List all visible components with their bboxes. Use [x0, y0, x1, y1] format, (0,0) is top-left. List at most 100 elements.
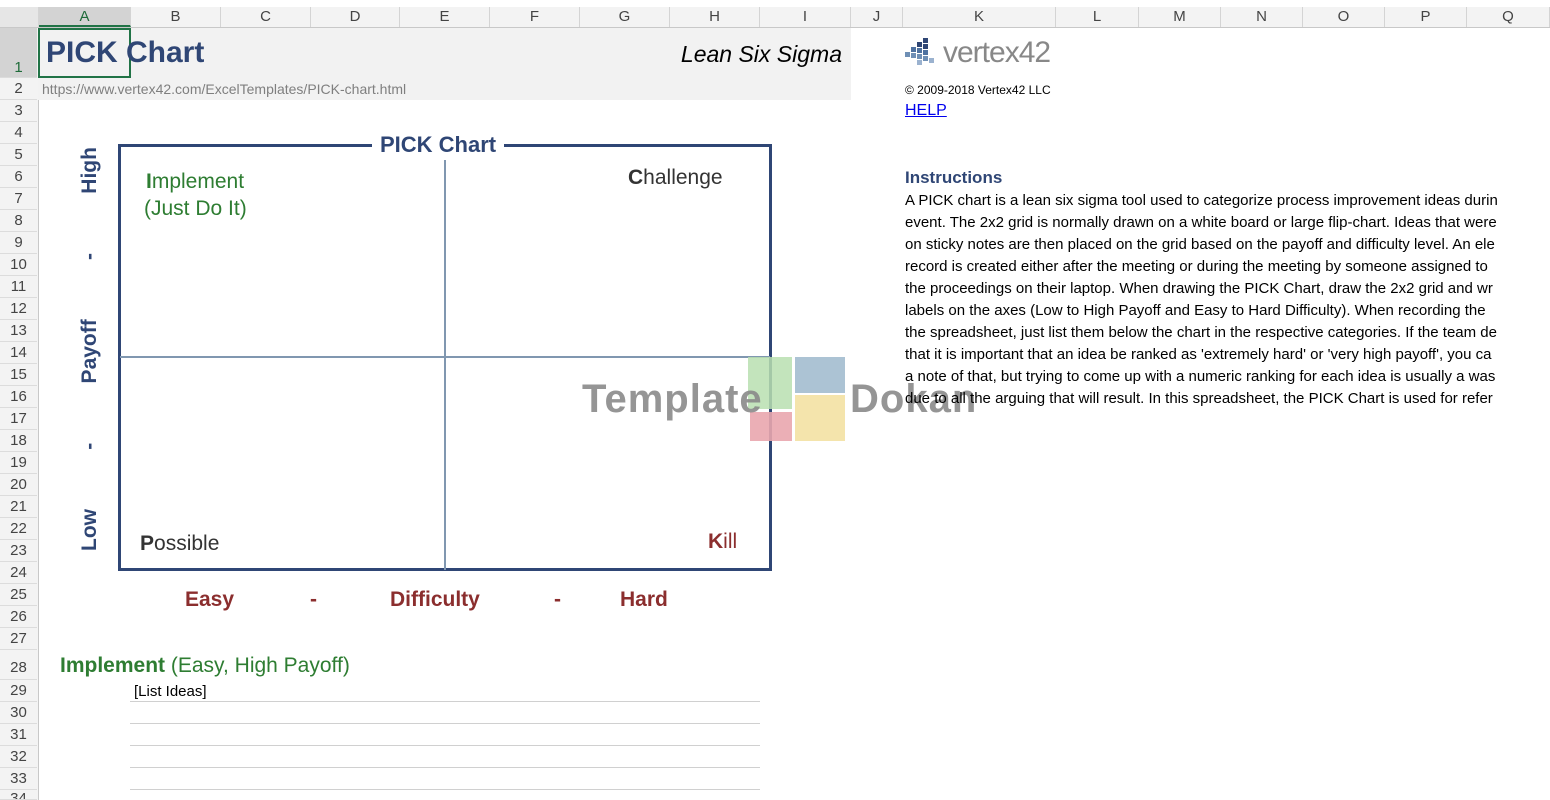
column-header-B[interactable]: B — [131, 7, 221, 27]
column-header-D[interactable]: D — [311, 7, 400, 27]
column-header-E[interactable]: E — [400, 7, 490, 27]
column-header-J[interactable]: J — [851, 7, 903, 27]
row-header-28[interactable]: 28 — [0, 650, 37, 680]
template-url: https://www.vertex42.com/ExcelTemplates/… — [42, 81, 407, 97]
column-header-O[interactable]: O — [1303, 7, 1385, 27]
list-line — [130, 789, 760, 790]
row-header-25[interactable]: 25 — [0, 584, 37, 606]
instructions-line: on sticky notes are then placed on the g… — [905, 236, 1495, 253]
list-line — [130, 767, 760, 768]
instructions-line: a note of that, but trying to come up wi… — [905, 368, 1496, 385]
quadrant-implement-subtitle: (Just Do It) — [144, 197, 247, 220]
row-header-6[interactable]: 6 — [0, 166, 37, 188]
select-all-corner[interactable] — [0, 7, 39, 27]
instructions-line: A PICK chart is a lean six sigma tool us… — [905, 192, 1498, 209]
row-header-33[interactable]: 33 — [0, 768, 37, 790]
watermark-tile-blue — [795, 357, 845, 393]
row-header-5[interactable]: 5 — [0, 144, 37, 166]
horizontal-divider — [120, 356, 770, 358]
x-axis-dash: - — [310, 588, 317, 611]
quadrant-kill: Kill — [708, 530, 738, 553]
column-header-P[interactable]: P — [1385, 7, 1467, 27]
instructions-line: due to all the arguing that will result.… — [905, 390, 1493, 407]
row-header-22[interactable]: 22 — [0, 518, 37, 540]
page-subtitle: Lean Six Sigma — [680, 41, 842, 67]
row-header-4[interactable]: 4 — [0, 122, 37, 144]
row-header-21[interactable]: 21 — [0, 496, 37, 518]
list-line — [130, 745, 760, 746]
row-header-10[interactable]: 10 — [0, 254, 37, 276]
row-header-9[interactable]: 9 — [0, 232, 37, 254]
row-header-2[interactable]: 2 — [0, 78, 37, 100]
row-header-7[interactable]: 7 — [0, 188, 37, 210]
instructions-line: record is created either after the meeti… — [905, 258, 1488, 275]
chart-title: PICK Chart — [372, 132, 505, 158]
x-axis-title: Difficulty — [390, 588, 480, 611]
row-header-3[interactable]: 3 — [0, 100, 37, 122]
quadrant-implement: Implement — [146, 170, 245, 193]
x-axis-easy: Easy — [185, 588, 235, 611]
row-header-32[interactable]: 32 — [0, 746, 37, 768]
row-header-17[interactable]: 17 — [0, 408, 37, 430]
column-header-N[interactable]: N — [1221, 7, 1303, 27]
y-axis-dash: - — [78, 442, 101, 450]
row-header-1[interactable]: 1 — [0, 28, 37, 78]
watermark-text-left: Template — [582, 377, 763, 421]
instructions-body: A PICK chart is a lean six sigma tool us… — [905, 190, 1550, 410]
column-header-M[interactable]: M — [1139, 7, 1221, 27]
row-header-18[interactable]: 18 — [0, 430, 37, 452]
copyright: © 2009-2018 Vertex42 LLC — [905, 83, 1051, 97]
row-header-29[interactable]: 29 — [0, 680, 37, 702]
vertex42-logo[interactable]: vertex42 — [903, 36, 1051, 75]
row-header-16[interactable]: 16 — [0, 386, 37, 408]
watermark-tile-yellow — [795, 395, 845, 441]
column-header-bar: A B C D E F G H I J K L M N O P Q — [0, 7, 1550, 28]
row-header-30[interactable]: 30 — [0, 702, 37, 724]
y-axis-labels: Low - Payoff - High — [75, 147, 105, 551]
y-axis-low: Low — [78, 509, 101, 551]
vertical-divider — [444, 160, 446, 570]
column-header-K[interactable]: K — [903, 7, 1056, 27]
instructions-line: event. The 2x2 grid is normally drawn on… — [905, 214, 1497, 231]
column-header-L[interactable]: L — [1056, 7, 1139, 27]
instructions-title: Instructions — [905, 168, 1003, 187]
column-header-C[interactable]: C — [221, 7, 311, 27]
row-header-13[interactable]: 13 — [0, 320, 37, 342]
row-header-14[interactable]: 14 — [0, 342, 37, 364]
y-axis-high: High — [78, 147, 101, 194]
row-header-26[interactable]: 26 — [0, 606, 37, 628]
column-header-I[interactable]: I — [760, 7, 851, 27]
y-axis-dash: - — [78, 252, 101, 260]
row-header-24[interactable]: 24 — [0, 562, 37, 584]
list-line — [130, 701, 760, 702]
row-header-12[interactable]: 12 — [0, 298, 37, 320]
page-title: PICK Chart — [46, 36, 205, 69]
implement-heading: Implement (Easy, High Payoff) — [60, 654, 350, 677]
instructions-line: labels on the axes (Low to High Payoff a… — [905, 302, 1486, 319]
column-header-G[interactable]: G — [580, 7, 670, 27]
x-axis-hard: Hard — [620, 588, 668, 611]
row-header-34[interactable]: 34 — [0, 790, 37, 800]
column-header-F[interactable]: F — [490, 7, 580, 27]
list-line — [130, 723, 760, 724]
instructions-line: that it is important that an idea be ran… — [905, 346, 1492, 363]
help-link[interactable]: HELP — [905, 102, 947, 120]
quadrant-challenge: Challenge — [628, 166, 723, 189]
list-ideas-placeholder[interactable]: [List Ideas] — [134, 683, 207, 700]
quadrant-possible: Possible — [140, 532, 220, 555]
column-header-Q[interactable]: Q — [1467, 7, 1550, 27]
row-header-31[interactable]: 31 — [0, 724, 37, 746]
row-header-19[interactable]: 19 — [0, 452, 37, 474]
vertex42-logo-icon — [905, 38, 934, 65]
row-header-8[interactable]: 8 — [0, 210, 37, 232]
instructions-line: the spreadsheet, just list them below th… — [905, 324, 1497, 341]
row-header-15[interactable]: 15 — [0, 364, 37, 386]
row-header-20[interactable]: 20 — [0, 474, 37, 496]
column-header-A[interactable]: A — [39, 7, 131, 27]
y-axis-title: Payoff — [78, 319, 101, 384]
row-header-23[interactable]: 23 — [0, 540, 37, 562]
x-axis-dash: - — [554, 588, 561, 611]
row-header-11[interactable]: 11 — [0, 276, 37, 298]
column-header-H[interactable]: H — [670, 7, 760, 27]
row-header-27[interactable]: 27 — [0, 628, 37, 650]
